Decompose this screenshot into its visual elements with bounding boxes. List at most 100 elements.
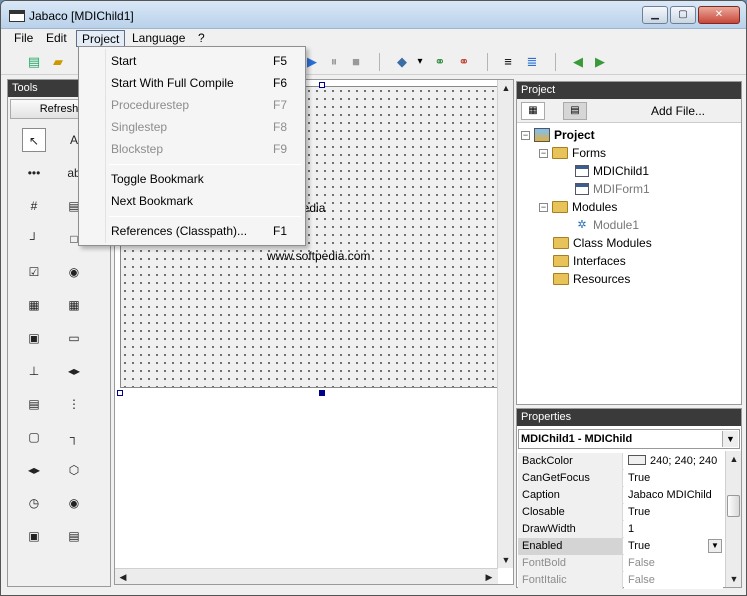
- menu-item-procedurestep[interactable]: Procedurestep F7: [81, 95, 303, 115]
- indent-icon[interactable]: ≡: [499, 53, 517, 71]
- properties-scrollbar[interactable]: ▲ ▼: [725, 451, 741, 587]
- maximize-button[interactable]: ▢: [670, 6, 696, 24]
- property-value[interactable]: True ▼: [624, 538, 723, 555]
- line-icon[interactable]: ┘: [22, 227, 46, 251]
- menu-item-next-bookmark[interactable]: Next Bookmark: [81, 191, 303, 211]
- property-row[interactable]: Closable True: [518, 504, 723, 521]
- tag-icon[interactable]: ◆: [393, 53, 411, 71]
- scroll-right-icon[interactable]: ▶: [481, 569, 497, 585]
- resize-handle-top[interactable]: [319, 82, 325, 88]
- spinner-icon[interactable]: ◂▸: [62, 359, 86, 383]
- menu-language[interactable]: Language: [127, 30, 190, 47]
- property-row[interactable]: DrawWidth 1: [518, 521, 723, 538]
- menu-file[interactable]: File: [9, 30, 38, 47]
- collapse-icon[interactable]: −: [539, 202, 548, 212]
- resize-handle-bottom-left[interactable]: [117, 390, 123, 396]
- forward-arrow-icon[interactable]: ▶: [591, 53, 609, 71]
- menu-edit[interactable]: Edit: [41, 30, 72, 47]
- treeview-icon[interactable]: ⋮: [62, 392, 86, 416]
- tree-item-forms[interactable]: − Forms: [539, 144, 606, 162]
- property-value[interactable]: True: [624, 504, 723, 521]
- collapse-icon[interactable]: −: [539, 148, 548, 158]
- title-bar[interactable]: Jabaco [MDIChild1] ▁ ▢ ✕: [1, 1, 746, 29]
- table-icon[interactable]: ▤: [22, 392, 46, 416]
- dropdown-arrow-icon[interactable]: ▾: [411, 53, 429, 71]
- grid-view-icon[interactable]: ▦: [62, 293, 86, 317]
- open-folder-icon[interactable]: ▰: [49, 53, 67, 71]
- view-form-icon[interactable]: ▤: [563, 102, 587, 120]
- tree-item-resources[interactable]: Resources: [553, 270, 630, 288]
- property-value[interactable]: True: [624, 470, 723, 487]
- menu-item-blockstep[interactable]: Blockstep F9: [81, 139, 303, 159]
- property-row[interactable]: FontBold False: [518, 555, 723, 572]
- designer-vertical-scrollbar[interactable]: ▲ ▼: [497, 80, 513, 568]
- textbox-icon[interactable]: •••: [22, 161, 46, 185]
- link-remove-icon[interactable]: ⚭: [455, 53, 473, 71]
- panel-icon[interactable]: ▢: [22, 425, 46, 449]
- tree-item-interfaces[interactable]: Interfaces: [553, 252, 626, 270]
- tree-item-class-modules[interactable]: Class Modules: [553, 234, 652, 252]
- tree-item-project[interactable]: − Project: [521, 126, 595, 144]
- property-value[interactable]: 1: [624, 521, 723, 538]
- menu-project[interactable]: Project: [76, 30, 126, 47]
- scroll-thumb[interactable]: [727, 495, 740, 517]
- radio-icon[interactable]: ◉: [62, 260, 86, 284]
- scroll-down-icon[interactable]: ▼: [498, 552, 514, 568]
- database-icon[interactable]: ◉: [62, 491, 86, 515]
- timer-icon[interactable]: ◷: [22, 491, 46, 515]
- view-code-icon[interactable]: ▦: [521, 102, 545, 120]
- canvas-label-url[interactable]: www.softpedia.com: [267, 249, 370, 263]
- property-row[interactable]: FontItalic False: [518, 572, 723, 589]
- progressbar-icon[interactable]: ▭: [62, 326, 86, 350]
- tree-item-mdichild1[interactable]: MDIChild1: [575, 162, 649, 180]
- dialog-icon[interactable]: ▤: [62, 524, 86, 548]
- outdent-icon[interactable]: ≣: [523, 53, 541, 71]
- close-button[interactable]: ✕: [698, 6, 740, 24]
- module-icon: ✲: [577, 219, 587, 231]
- network-icon[interactable]: ▣: [22, 524, 46, 548]
- property-row[interactable]: Enabled True ▼: [518, 538, 723, 555]
- property-row[interactable]: CanGetFocus True: [518, 470, 723, 487]
- link-add-icon[interactable]: ⚭: [431, 53, 449, 71]
- scroll-left-icon[interactable]: ◀: [115, 569, 131, 585]
- stop-icon[interactable]: ■: [347, 53, 365, 71]
- new-project-icon[interactable]: ▤: [25, 53, 43, 71]
- property-value[interactable]: 240; 240; 240: [624, 453, 723, 470]
- property-value[interactable]: False: [624, 572, 723, 589]
- image-icon[interactable]: ▣: [22, 326, 46, 350]
- scrollbar-icon[interactable]: ⊥: [22, 359, 46, 383]
- masked-edit-icon[interactable]: #: [22, 194, 46, 218]
- resize-handle-bottom[interactable]: [319, 390, 325, 396]
- hexagon-icon[interactable]: ⬡: [62, 458, 86, 482]
- scroll-up-icon[interactable]: ▲: [726, 451, 742, 467]
- property-value[interactable]: False: [624, 555, 723, 572]
- pause-icon[interactable]: ⏸: [325, 53, 343, 71]
- scroll-down-icon[interactable]: ▼: [726, 571, 742, 587]
- splitter-icon[interactable]: ◂▸: [22, 458, 46, 482]
- menu-item-singlestep[interactable]: Singlestep F8: [81, 117, 303, 137]
- menu-item-start-full-compile[interactable]: Start With Full Compile F6: [81, 73, 303, 93]
- property-row[interactable]: BackColor 240; 240; 240: [518, 453, 723, 470]
- checkbox-icon[interactable]: ☑: [22, 260, 46, 284]
- corner-icon[interactable]: ┐: [62, 425, 86, 449]
- tree-item-mdiform1[interactable]: MDIForm1: [575, 180, 650, 198]
- property-value[interactable]: Jabaco MDIChild: [624, 487, 723, 504]
- back-arrow-icon[interactable]: ◀: [569, 53, 587, 71]
- scroll-up-icon[interactable]: ▲: [498, 80, 514, 96]
- minimize-button[interactable]: ▁: [642, 6, 668, 24]
- collapse-icon[interactable]: −: [521, 130, 530, 140]
- menu-help[interactable]: ?: [193, 30, 210, 47]
- designer-horizontal-scrollbar[interactable]: ◀ ▶: [115, 568, 498, 584]
- menu-item-references[interactable]: References (Classpath)... F1: [81, 221, 303, 241]
- object-select[interactable]: MDIChild1 - MDIChild ▼: [518, 429, 740, 449]
- chevron-down-icon[interactable]: ▼: [708, 539, 722, 553]
- tree-item-modules[interactable]: − Modules: [539, 198, 617, 216]
- tree-item-module1[interactable]: ✲ Module1: [575, 216, 639, 234]
- property-row[interactable]: Caption Jabaco MDIChild: [518, 487, 723, 504]
- menu-item-start[interactable]: Start F5: [81, 51, 303, 71]
- chevron-down-icon[interactable]: ▼: [722, 431, 738, 447]
- pointer-icon[interactable]: ↖: [22, 128, 46, 152]
- add-file-button[interactable]: Add File...: [651, 104, 705, 118]
- menu-item-toggle-bookmark[interactable]: Toggle Bookmark: [81, 169, 303, 189]
- list-view-icon[interactable]: ▦: [22, 293, 46, 317]
